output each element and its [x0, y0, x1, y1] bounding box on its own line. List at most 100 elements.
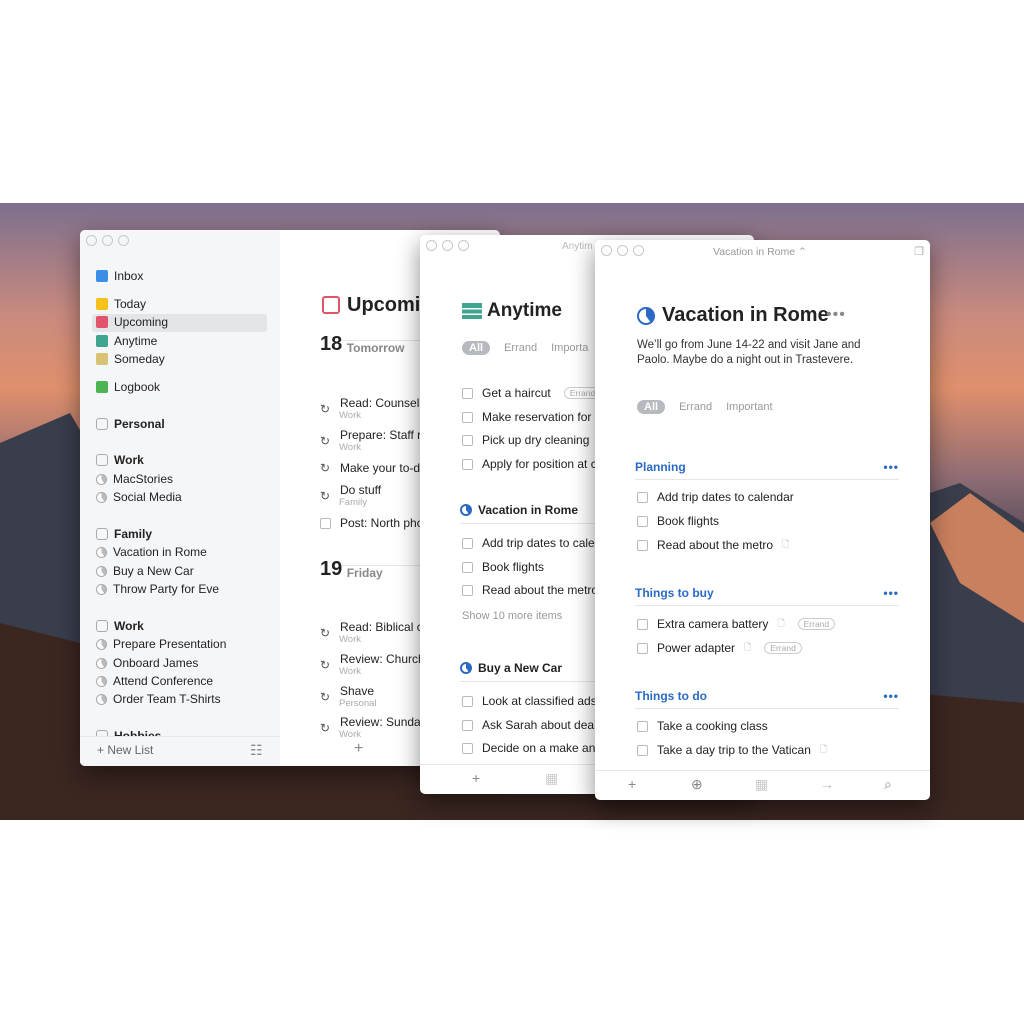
new-list-button[interactable]: + New List	[97, 743, 153, 757]
task-row[interactable]: ↻ Prepare: Staff r	[320, 428, 421, 448]
checkbox[interactable]	[637, 744, 648, 756]
checkbox[interactable]	[462, 719, 473, 731]
task-row[interactable]: ↻ Do stuff	[320, 483, 381, 503]
sidebar-item[interactable]: Vacation in Rome	[96, 543, 207, 561]
sidebar-item[interactable]: Upcoming	[96, 313, 168, 331]
sidebar-item[interactable]: Logbook	[96, 378, 160, 396]
repeat-icon: ↻	[320, 658, 331, 672]
add-task-button[interactable]: +	[354, 740, 363, 758]
more-options-icon[interactable]: •••	[883, 460, 899, 474]
sidebar-item[interactable]: Throw Party for Eve	[96, 580, 219, 598]
checkbox[interactable]	[637, 642, 648, 654]
task-row[interactable]: Add trip dates to calendar	[637, 490, 794, 504]
checkbox[interactable]	[637, 491, 648, 503]
task-title: Apply for position at c	[482, 457, 597, 471]
sidebar-item[interactable]: Anytime	[96, 332, 157, 350]
task-row[interactable]: Apply for position at c	[462, 457, 597, 471]
calendar-icon[interactable]: ▦	[545, 770, 558, 787]
sidebar-item[interactable]: Prepare Presentation	[96, 635, 226, 653]
project-name: Buy a New Car	[478, 661, 563, 675]
task-row[interactable]: Take a day trip to the Vatican 🗋	[637, 742, 827, 758]
sidebar-item[interactable]: Onboard James	[96, 654, 198, 672]
sidebar-item[interactable]: Family	[96, 525, 152, 543]
task-row[interactable]: ↻ Review: Sunday	[320, 715, 427, 735]
window-controls[interactable]	[86, 235, 129, 246]
sidebar-item[interactable]: Work	[96, 617, 144, 635]
show-more-link[interactable]: Show 10 more items	[462, 610, 562, 622]
sidebar-item[interactable]: Work	[96, 451, 144, 469]
checkbox[interactable]	[462, 742, 473, 754]
task-row[interactable]: ↻ Make your to-d	[320, 461, 420, 475]
move-arrow-icon[interactable]: →	[820, 776, 834, 792]
filter-errand[interactable]: Errand	[679, 401, 712, 413]
sidebar-item-label: Logbook	[114, 380, 161, 394]
window-title[interactable]: Vacation in Rome ⌃	[713, 246, 807, 258]
checkbox[interactable]	[462, 411, 473, 423]
task-row[interactable]: Pick up dry cleaning	[462, 433, 589, 447]
more-options-icon[interactable]: •••	[883, 586, 899, 600]
task-row[interactable]: ↻ Read: Biblical c	[320, 620, 423, 640]
task-row[interactable]: Get a haircut Errand	[462, 386, 602, 400]
heading[interactable]: Things to do •••	[635, 689, 899, 709]
search-icon[interactable]: ⌕	[884, 776, 892, 793]
filter-all[interactable]: All	[637, 400, 666, 414]
more-options-icon[interactable]: •••	[883, 689, 899, 703]
calendar-icon[interactable]: ▦	[755, 776, 768, 793]
duplicate-window-icon[interactable]: ❐	[914, 245, 924, 258]
task-row[interactable]: Read about the metro	[462, 583, 598, 597]
task-row[interactable]: Extra camera battery 🗋 Errand	[637, 616, 836, 632]
checkbox[interactable]	[637, 618, 648, 630]
window-controls[interactable]	[601, 245, 644, 256]
checkbox[interactable]	[637, 539, 648, 551]
more-options-icon[interactable]: •••	[826, 306, 846, 324]
window-controls[interactable]	[426, 240, 469, 251]
task-row[interactable]: Add trip dates to cale	[462, 536, 595, 550]
task-row[interactable]: Decide on a make and	[462, 741, 602, 755]
checkbox[interactable]	[462, 387, 473, 399]
task-row[interactable]: Post: North pho	[320, 516, 423, 530]
filter-settings-icon[interactable]: ☷	[250, 742, 263, 759]
filter-important[interactable]: Important	[726, 401, 772, 413]
project-notes[interactable]: We’ll go from June 14-22 and visit Jane …	[637, 338, 861, 368]
checkbox[interactable]	[462, 434, 473, 446]
checkbox[interactable]	[637, 515, 648, 527]
task-row[interactable]: Take a cooking class	[637, 719, 768, 733]
task-row[interactable]: ↻ Review: Church	[320, 652, 425, 672]
add-heading-icon[interactable]: ⊕	[691, 776, 703, 793]
task-title: Extra camera battery	[657, 617, 769, 631]
sidebar-item[interactable]: MacStories	[96, 470, 173, 488]
task-row[interactable]: ↻ Read: Counseli	[320, 396, 422, 416]
sidebar-item[interactable]: Buy a New Car	[96, 562, 194, 580]
add-task-button[interactable]: +	[472, 770, 480, 786]
filter-errand[interactable]: Errand	[504, 342, 537, 354]
task-row[interactable]: Book flights	[637, 514, 719, 528]
filter-important[interactable]: Importa	[551, 342, 588, 354]
sidebar-item[interactable]: Attend Conference	[96, 672, 213, 690]
sidebar-item[interactable]: Personal	[96, 415, 165, 433]
task-row[interactable]: Book flights	[462, 560, 544, 574]
checkbox[interactable]	[320, 517, 331, 529]
sidebar-item[interactable]: Order Team T-Shirts	[96, 690, 221, 708]
add-task-button[interactable]: +	[628, 776, 636, 792]
task-row[interactable]: Make reservation for	[462, 410, 591, 424]
sidebar-item[interactable]: Inbox	[96, 267, 143, 285]
heading[interactable]: Things to buy •••	[635, 586, 899, 606]
checkbox[interactable]	[637, 720, 648, 732]
task-row[interactable]: ↻ Shave	[320, 684, 374, 704]
checkbox[interactable]	[462, 561, 473, 573]
task-title: Read about the metro	[657, 538, 774, 552]
checkbox[interactable]	[462, 584, 473, 596]
sidebar-item[interactable]: Social Media	[96, 488, 182, 506]
task-row[interactable]: Read about the metro 🗋	[637, 537, 789, 553]
task-row[interactable]: Look at classified ads	[462, 694, 597, 708]
task-row[interactable]: Ask Sarah about deal	[462, 718, 597, 732]
project-pie-icon	[96, 491, 107, 503]
task-row[interactable]: Power adapter 🗋 Errand	[637, 640, 802, 656]
checkbox[interactable]	[462, 458, 473, 470]
heading[interactable]: Planning •••	[635, 460, 899, 480]
filter-all[interactable]: All	[462, 341, 491, 355]
checkbox[interactable]	[462, 695, 473, 707]
checkbox[interactable]	[462, 537, 473, 549]
sidebar-item[interactable]: Today	[96, 295, 146, 313]
sidebar-item[interactable]: Someday	[96, 350, 165, 368]
